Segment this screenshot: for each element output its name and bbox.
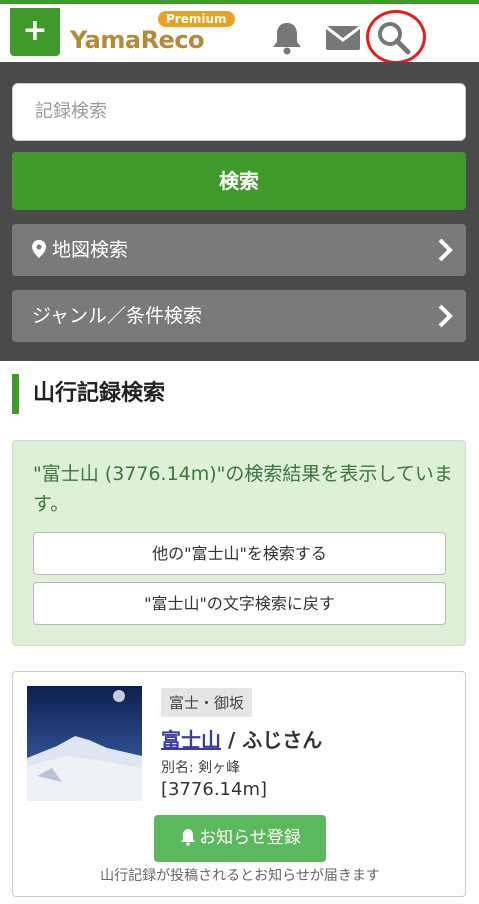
map-pin-icon — [32, 240, 46, 258]
chevron-right-icon — [438, 238, 453, 262]
mountain-reading: ふじさん — [242, 728, 323, 752]
mountain-name-link[interactable]: 富士山 — [161, 728, 221, 752]
back-to-text-search-button[interactable]: "富士山"の文字検索に戻す — [33, 582, 446, 625]
notify-register-label: お知らせ登録 — [199, 828, 301, 848]
other-search-button[interactable]: 他の"富士山"を検索する — [33, 532, 446, 575]
page-title: 山行記録検索 — [12, 374, 165, 414]
name-separator: / — [221, 728, 243, 752]
search-button[interactable]: 検索 — [12, 152, 466, 210]
mountain-alias: 別名: 剣ヶ峰 — [161, 760, 241, 776]
map-search-button[interactable]: 地図検索 — [12, 224, 466, 276]
mountain-card: 富士・御坂 富士山 / ふじさん 別名: 剣ヶ峰 [3776.14m] お知らせ… — [12, 671, 466, 897]
record-search-input[interactable]: 記録検索 — [12, 83, 466, 141]
premium-badge: Premium — [158, 11, 235, 27]
yamareco-logo[interactable]: YamaReco — [70, 26, 205, 54]
map-search-label: 地図検索 — [52, 239, 129, 261]
search-panel: 記録検索 検索 地図検索 ジャンル／条件検索 — [0, 62, 479, 361]
add-record-button[interactable]: + — [10, 8, 60, 56]
chevron-right-icon — [438, 304, 453, 328]
search-highlight-circle — [366, 10, 426, 64]
bell-icon[interactable] — [267, 18, 307, 58]
area-tag[interactable]: 富士・御坂 — [161, 688, 253, 717]
notify-note: 山行記録が投稿されるとお知らせが届きます — [100, 868, 380, 884]
mountain-name: 富士山 / ふじさん — [161, 724, 322, 753]
top-header: + YamaReco Premium — [0, 0, 479, 64]
mountain-photo[interactable] — [27, 686, 142, 801]
genre-search-label: ジャンル／条件検索 — [32, 305, 203, 327]
notice-message: "富士山 (3776.14m)"の検索結果を表示しています。 — [33, 463, 453, 515]
mountain-elevation: [3776.14m] — [161, 779, 268, 800]
genre-search-button[interactable]: ジャンル／条件検索 — [12, 290, 466, 342]
mail-icon[interactable] — [323, 18, 363, 58]
bell-icon — [181, 829, 196, 846]
search-result-notice: "富士山 (3776.14m)"の検索結果を表示しています。 他の"富士山"を検… — [12, 440, 466, 646]
notify-register-button[interactable]: お知らせ登録 — [154, 815, 326, 862]
